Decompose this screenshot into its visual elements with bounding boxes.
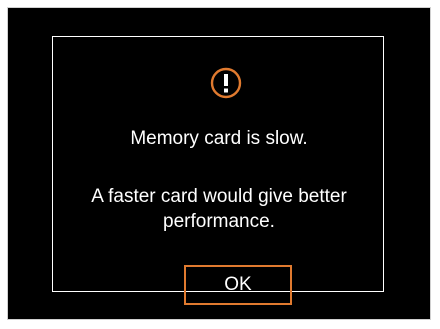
exclamation-circle-icon: [210, 67, 242, 99]
message-line-2: A faster card would give better: [91, 186, 347, 207]
ok-button[interactable]: OK: [184, 265, 292, 305]
camera-screen: Memory card is slow. A faster card would…: [7, 7, 431, 320]
slow-card-dialog: Memory card is slow. A faster card would…: [52, 36, 384, 305]
message-line-1: Memory card is slow.: [130, 128, 308, 149]
message-line-3: performance.: [163, 211, 275, 232]
